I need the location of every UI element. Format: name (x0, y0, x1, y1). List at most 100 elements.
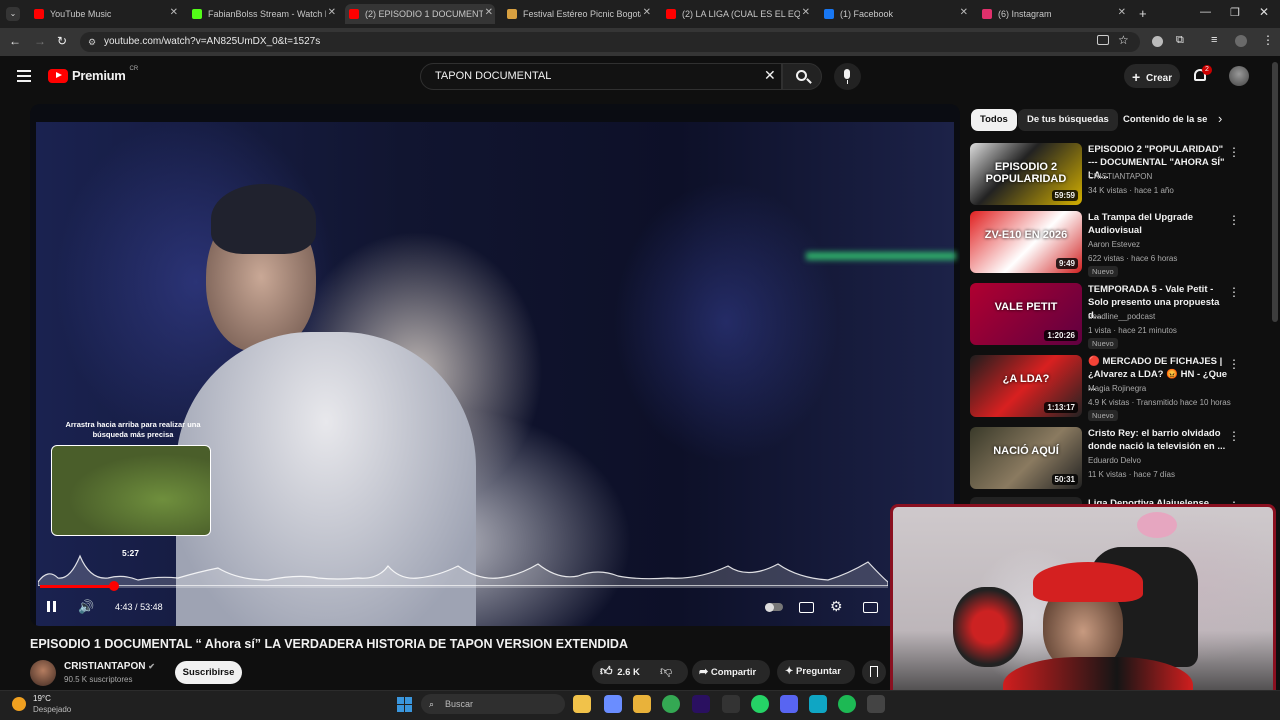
notifications-button[interactable]: 2 (1193, 65, 1212, 85)
hamburger-menu-icon[interactable] (17, 70, 31, 82)
theater-mode-icon[interactable] (863, 602, 878, 613)
maximize-button[interactable]: ❐ (1230, 6, 1240, 19)
like-button[interactable]: 👍︎ 2.6 K (600, 664, 640, 679)
progress-track[interactable] (40, 585, 888, 588)
weather-icon[interactable] (12, 697, 26, 711)
filter-chip[interactable]: De tus búsquedas (1018, 109, 1118, 131)
browser-tab[interactable]: (2) LA LIGA (CUAL ES EL EQUIP✕ (662, 4, 812, 24)
install-icon[interactable] (1097, 35, 1109, 45)
channel-name[interactable]: deadline__podcast (1088, 312, 1155, 321)
dislike-button[interactable]: 👎︎ (660, 664, 672, 679)
subscribe-button[interactable]: Suscribirse (175, 661, 242, 684)
close-tab-icon[interactable]: ✕ (1118, 7, 1126, 18)
video-thumbnail[interactable]: NACIÓ AQUÍ 50:31 (970, 427, 1082, 489)
create-button[interactable]: + Crear (1124, 64, 1180, 88)
reload-icon[interactable]: ↻ (57, 34, 67, 48)
terminal-icon[interactable] (867, 695, 885, 713)
whatsapp-icon[interactable] (751, 695, 769, 713)
extension-icon[interactable] (1152, 36, 1163, 47)
video-thumbnail[interactable]: EPISODIO 2 POPULARIDAD 59:59 (970, 143, 1082, 205)
time-current: 4:43 (115, 602, 133, 612)
close-tab-icon[interactable]: ✕ (328, 7, 336, 18)
close-tab-icon[interactable]: ✕ (802, 7, 810, 18)
files-icon[interactable] (633, 695, 651, 713)
pause-button[interactable] (46, 601, 58, 613)
search-button[interactable] (782, 63, 822, 90)
browser-menu-icon[interactable]: ⋮ (1262, 33, 1274, 47)
channel-name[interactable]: CRISTIANTAPON ✔ (64, 661, 155, 672)
minimize-button[interactable]: — (1200, 6, 1211, 18)
more-options-icon[interactable]: ⋮ (1228, 145, 1240, 159)
close-window-button[interactable]: ✕ (1259, 5, 1269, 19)
media-controls-icon[interactable]: ≡ (1211, 34, 1217, 46)
channel-name[interactable]: Aaron Estevez (1088, 240, 1140, 249)
edge-icon[interactable] (809, 695, 827, 713)
channel-name[interactable]: Eduardo Delvo (1088, 456, 1141, 465)
scrollbar[interactable] (1272, 62, 1278, 322)
browser-tab[interactable]: (6) Instagram ✕ (978, 4, 1128, 24)
video-thumbnail[interactable]: ¿A LDA? 1:13:17 (970, 355, 1082, 417)
close-tab-icon[interactable]: ✕ (960, 7, 968, 18)
premiere-icon[interactable] (692, 695, 710, 713)
browser-tab[interactable]: (1) Facebook ✕ (820, 4, 970, 24)
browser-tab[interactable]: YouTube Music ✕ (30, 4, 180, 24)
channel-name[interactable]: Magia Rojinegra (1088, 384, 1146, 393)
recommended-video[interactable]: ¿A LDA? 1:13:17 🔴 MERCADO DE FICHAJES | ¿A… (970, 355, 1270, 421)
browser-tab[interactable]: FabianBolss Stream - Watch Live✕ (188, 4, 338, 24)
recommended-video[interactable]: VALE PETIT 1:20:26 TEMPORADA 5 - Vale Peti… (970, 283, 1270, 349)
video-title[interactable]: Cristo Rey: el barrio olvidado donde nac… (1088, 427, 1228, 453)
app-icon[interactable] (722, 695, 740, 713)
captions-icon[interactable] (799, 602, 814, 613)
more-options-icon[interactable]: ⋮ (1228, 357, 1240, 371)
url-field[interactable]: ⚙ youtube.com/watch?v=AN825UmDX_0&t=1527… (80, 32, 1140, 52)
ask-button[interactable]: ✦ Preguntar (777, 660, 855, 684)
close-tab-icon[interactable]: ✕ (643, 7, 651, 18)
close-tab-icon[interactable]: ✕ (485, 7, 493, 18)
autoplay-toggle[interactable] (765, 602, 783, 612)
video-thumbnail[interactable]: ZV-E10 EN 2026 9:49 (970, 211, 1082, 273)
puzzle-icon[interactable]: ⧉ (1176, 34, 1184, 47)
more-options-icon[interactable]: ⋮ (1228, 429, 1240, 443)
voice-search-button[interactable] (834, 63, 861, 90)
recommended-video[interactable]: EPISODIO 2 POPULARIDAD 59:59 EPISODIO 2 "P… (970, 143, 1270, 207)
chips-next-icon[interactable]: › (1218, 111, 1222, 126)
browser-tab[interactable]: (2) EPISODIO 1 DOCUMENT ✕ (345, 4, 495, 24)
taskbar-search[interactable]: ⌕ Buscar (421, 694, 565, 714)
new-tab-button[interactable]: + (1139, 6, 1147, 21)
spotify-icon[interactable] (838, 695, 856, 713)
new-badge: Nuevo (1088, 338, 1118, 349)
close-tab-icon[interactable]: ✕ (170, 7, 178, 18)
channel-name[interactable]: CRISTIANTAPON (1088, 172, 1152, 181)
search-input[interactable]: TAPON DOCUMENTAL (420, 63, 782, 90)
more-options-icon[interactable]: ⋮ (1228, 213, 1240, 227)
profile-avatar[interactable] (1235, 35, 1247, 47)
recommended-video[interactable]: ZV-E10 EN 2026 9:49 La Trampa del Upgrade … (970, 211, 1270, 277)
tab-search-icon[interactable]: ⌄ (6, 7, 20, 21)
save-button[interactable] (862, 660, 886, 684)
video-title[interactable]: La Trampa del Upgrade Audiovisual (1088, 211, 1228, 237)
discord-icon[interactable] (780, 695, 798, 713)
copilot-icon[interactable] (604, 695, 622, 713)
video-thumbnail[interactable]: VALE PETIT 1:20:26 (970, 283, 1082, 345)
video-player[interactable]: Arrastra hacia arriba para realizar una … (30, 104, 960, 626)
filter-chip[interactable]: Contenido de la ser (1114, 109, 1208, 131)
clear-search-icon[interactable]: ✕ (764, 67, 776, 84)
youtube-logo[interactable]: Premium CR (48, 66, 138, 83)
share-button[interactable]: ➦ Compartir (692, 660, 770, 684)
filter-chip[interactable]: Todos (971, 109, 1017, 131)
channel-avatar[interactable] (30, 660, 56, 686)
volume-icon[interactable]: 🔊 (78, 599, 94, 615)
account-avatar[interactable] (1229, 66, 1249, 86)
forward-icon[interactable]: → (34, 34, 46, 48)
chrome-icon[interactable] (662, 695, 680, 713)
start-button[interactable] (397, 697, 412, 712)
more-options-icon[interactable]: ⋮ (1228, 285, 1240, 299)
site-info-icon[interactable]: ⚙ (88, 32, 96, 52)
settings-gear-icon[interactable]: ⚙ (830, 598, 843, 615)
recommended-video[interactable]: NACIÓ AQUÍ 50:31 Cristo Rey: el barrio olv… (970, 427, 1270, 491)
video-duration: 59:59 (1051, 190, 1078, 201)
file-explorer-icon[interactable] (573, 695, 591, 713)
bookmark-star-icon[interactable]: ☆ (1118, 33, 1129, 47)
browser-tab[interactable]: Festival Estéreo Picnic Bogotá 2 ✕ (503, 4, 653, 24)
back-icon[interactable]: ← (9, 34, 21, 48)
